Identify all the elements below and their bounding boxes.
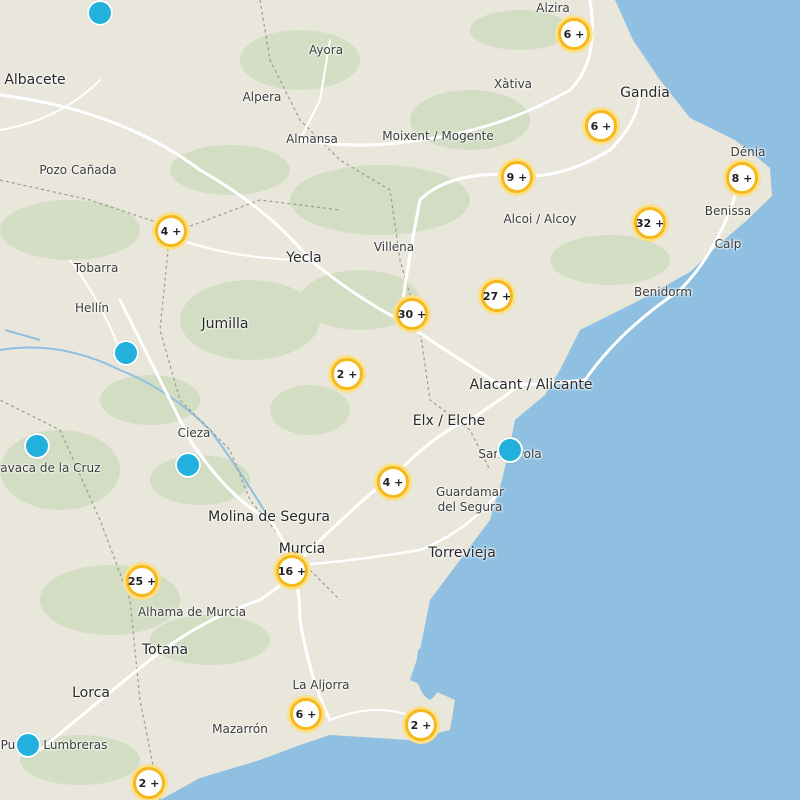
cluster-count: 4 +: [382, 475, 404, 489]
location-marker[interactable]: [113, 340, 139, 366]
cluster-count: 16 +: [277, 564, 307, 578]
location-marker[interactable]: [497, 437, 523, 463]
cluster-count: 8 +: [731, 171, 753, 185]
cluster-count: 4 +: [160, 224, 182, 238]
cluster-count: 9 +: [506, 170, 528, 184]
cluster-marker[interactable]: 2 +: [130, 764, 168, 800]
cluster-count: 25 +: [127, 574, 157, 588]
cluster-count: 27 +: [482, 289, 512, 303]
cluster-marker[interactable]: 27 +: [478, 277, 516, 315]
cluster-count: 6 +: [295, 707, 317, 721]
cluster-marker[interactable]: 2 +: [402, 706, 440, 744]
cluster-count: 2 +: [410, 718, 432, 732]
cluster-count: 30 +: [397, 307, 427, 321]
cluster-count: 2 +: [138, 776, 160, 790]
basemap: [0, 0, 800, 800]
cluster-marker[interactable]: 8 +: [723, 159, 761, 197]
cluster-marker[interactable]: 6 +: [582, 107, 620, 145]
cluster-marker[interactable]: 9 +: [498, 158, 536, 196]
cluster-marker[interactable]: 6 +: [287, 695, 325, 733]
map-view[interactable]: Alzira Ayora Albacete Alpera Xàtiva Gand…: [0, 0, 800, 800]
cluster-marker[interactable]: 6 +: [555, 15, 593, 53]
location-marker[interactable]: [175, 452, 201, 478]
cluster-marker[interactable]: 25 +: [123, 562, 161, 600]
cluster-marker[interactable]: 16 +: [273, 552, 311, 590]
cluster-marker[interactable]: 4 +: [374, 463, 412, 501]
cluster-count: 2 +: [336, 367, 358, 381]
location-marker[interactable]: [87, 0, 113, 26]
cluster-marker[interactable]: 2 +: [328, 355, 366, 393]
cluster-marker[interactable]: 4 +: [152, 212, 190, 250]
cluster-count: 32 +: [635, 216, 665, 230]
cluster-marker[interactable]: 32 +: [631, 204, 669, 242]
cluster-marker[interactable]: 30 +: [393, 295, 431, 333]
cluster-count: 6 +: [563, 27, 585, 41]
cluster-count: 6 +: [590, 119, 612, 133]
location-marker[interactable]: [24, 433, 50, 459]
location-marker[interactable]: [15, 732, 41, 758]
